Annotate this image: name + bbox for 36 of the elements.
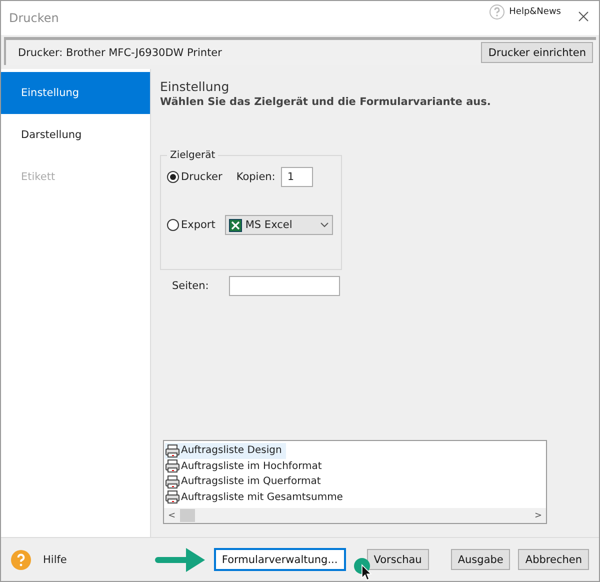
sidebar-item[interactable]: Darstellung <box>1 114 150 156</box>
window-title: Drucken <box>9 11 60 25</box>
group-legend: Zielgerät <box>167 150 218 161</box>
copies-field[interactable]: 1 <box>281 167 314 187</box>
printer-setup-button[interactable]: Drucker einrichten <box>481 42 593 63</box>
footer-button[interactable]: Vorschau <box>366 549 429 570</box>
footer-button[interactable]: Formularverwaltung... <box>214 549 345 570</box>
form-list-item[interactable]: Auftragsliste im Hochformat <box>165 458 326 474</box>
footer-button[interactable]: Ausgabe <box>450 549 510 570</box>
chevron-down-icon <box>320 222 330 228</box>
printer-label: Drucker: Brother MFC-J6930DW Printer <box>18 46 223 58</box>
export-format-dropdown[interactable]: MS Excel <box>225 215 334 235</box>
radio-button[interactable]: Drucker <box>167 171 222 183</box>
scrollbar-thumb[interactable] <box>180 509 195 522</box>
form-list-item[interactable]: Auftragsliste mit Gesamtsumme <box>165 490 347 505</box>
section-heading: Einstellung <box>160 79 230 94</box>
scroll-right-arrow[interactable]: > <box>534 510 542 520</box>
cursor-icon <box>353 557 375 581</box>
help-label[interactable]: Hilfe <box>43 554 147 566</box>
help-news-link[interactable]: Help&News <box>509 7 561 17</box>
sidebar-item[interactable]: Einstellung <box>1 72 150 114</box>
help-icon[interactable] <box>489 4 506 20</box>
form-list-item[interactable]: Auftragsliste im Querformat <box>165 474 325 490</box>
pages-label: Seiten: <box>172 280 209 292</box>
help-icon[interactable] <box>11 550 31 570</box>
footer-button[interactable]: Abbrechen <box>518 549 589 570</box>
horizontal-scrollbar[interactable]: < > <box>164 508 546 523</box>
spreadsheet-icon <box>229 218 242 232</box>
pages-field[interactable] <box>228 276 340 296</box>
radio-button[interactable]: Export <box>167 219 216 231</box>
arrow-icon <box>154 546 207 574</box>
scroll-left-arrow[interactable]: < <box>168 510 176 520</box>
form-list-item[interactable]: Auftragsliste Design <box>165 443 286 458</box>
close-icon[interactable] <box>578 11 589 22</box>
copies-label: Kopien: <box>236 171 276 183</box>
section-subtitle: Wählen Sie das Zielgerät und die Formularvariante aus. <box>160 96 492 108</box>
